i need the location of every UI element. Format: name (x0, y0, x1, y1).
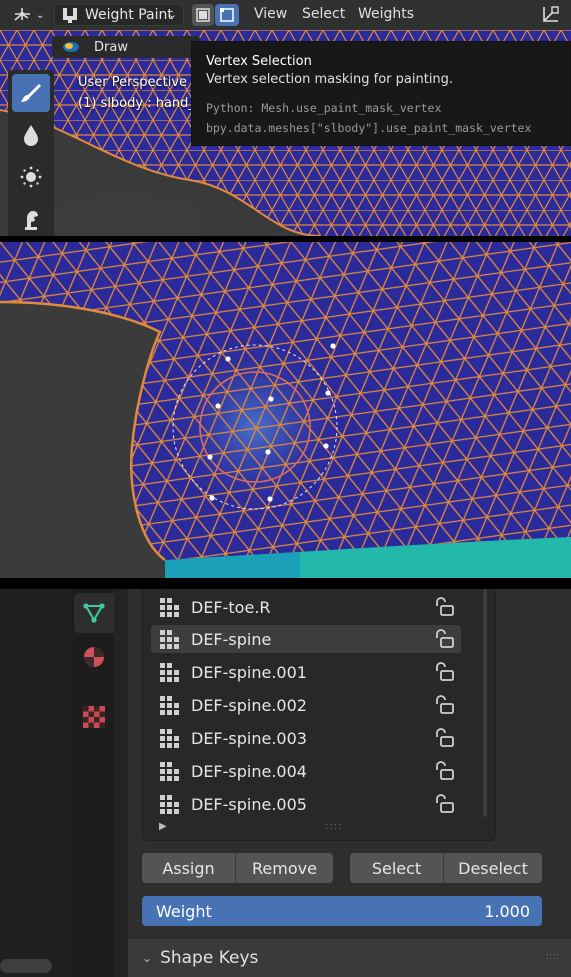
list-item-active[interactable]: DEF-spine (151, 625, 461, 653)
vertex-group-icon (160, 762, 179, 781)
vertex-group-icon (160, 630, 179, 649)
vertex-group-name: DEF-spine.005 (191, 794, 307, 814)
remove-button[interactable]: Remove (236, 853, 333, 883)
list-item[interactable]: DEF-spine.005 (151, 790, 461, 818)
tooltip-vertex-selection: Vertex Selection Vertex selection maskin… (191, 41, 571, 146)
material-sphere-icon (84, 647, 104, 667)
brush-selector[interactable]: Draw (52, 36, 200, 58)
brush-preview-icon (63, 42, 79, 52)
mesh-data-icon (83, 603, 105, 623)
tool-smear[interactable] (12, 200, 50, 236)
vertex-group-name: DEF-spine.004 (191, 761, 307, 781)
vertex-group-icon (160, 729, 179, 748)
shape-keys-panel-header[interactable]: ⌄ Shape Keys :::: (128, 939, 571, 977)
resize-grip-icon[interactable]: :::: (325, 821, 342, 832)
vertex-group-icon (160, 795, 179, 814)
list-item[interactable]: DEF-toe.R (151, 593, 461, 621)
face-selection-mask-toggle[interactable] (192, 4, 214, 26)
weight-label: Weight (156, 901, 212, 921)
weight-slider[interactable]: Weight 1.000 (142, 896, 542, 926)
editor-type-button[interactable]: ⌄ (8, 4, 46, 26)
vertex-group-list[interactable]: DEF-toe.R DEF-spine DEF-spine.001 DEF-sp… (142, 589, 496, 841)
vertex-group-name: DEF-spine (191, 629, 272, 649)
tool-draw[interactable] (12, 74, 50, 112)
vertex-group-name: DEF-spine.003 (191, 728, 307, 748)
tool-average[interactable] (12, 158, 50, 196)
shape-keys-label: Shape Keys (160, 948, 259, 968)
vertex-selection-mask-icon (220, 8, 234, 22)
draw-brush-icon (21, 84, 41, 102)
vertex-groups-panel: DEF-toe.R DEF-spine DEF-spine.001 DEF-sp… (128, 589, 571, 977)
unlock-icon[interactable] (433, 695, 455, 715)
expand-arrow-icon[interactable]: ▶ (159, 821, 167, 832)
tooltip-title: Vertex Selection (206, 54, 312, 69)
menu-weights[interactable]: Weights (358, 6, 414, 22)
list-item[interactable]: DEF-spine.001 (151, 658, 461, 686)
vertex-group-name: DEF-spine.002 (191, 695, 307, 715)
gizmo-transform-icon (14, 8, 30, 21)
tab-material[interactable] (74, 637, 114, 677)
tool-blur[interactable] (12, 116, 50, 154)
unlock-icon[interactable] (433, 794, 455, 814)
toolbar (8, 70, 54, 236)
panel-drag-grip-icon[interactable]: :::: (546, 951, 559, 962)
mode-select[interactable]: Weight Paint ⌄ (54, 4, 184, 26)
chevron-down-icon: ⌄ (142, 951, 153, 965)
menu-select[interactable]: Select (302, 6, 345, 22)
select-deselect-group: Select Deselect (350, 853, 542, 883)
menu-view[interactable]: View (254, 6, 287, 22)
unlock-icon[interactable] (433, 597, 455, 617)
vertex-group-icon (160, 598, 179, 617)
average-brush-icon (20, 166, 42, 188)
chevron-down-icon: ⌄ (167, 8, 177, 21)
chevron-down-icon: ⌄ (36, 9, 45, 21)
horizontal-scrollbar[interactable] (0, 959, 52, 973)
unlock-icon[interactable] (433, 662, 455, 682)
viewport-info: User Perspective (1) slbody : hand_il (78, 72, 202, 114)
tooltip-python-path: Python: Mesh.use_paint_mask_vertex (206, 101, 442, 115)
list-item[interactable]: DEF-spine.004 (151, 757, 461, 785)
tooltip-python: Python: Mesh.use_paint_mask_vertex bpy.d… (206, 98, 556, 138)
assign-remove-group: Assign Remove (142, 853, 333, 883)
vertex-group-icon (160, 663, 179, 682)
vertex-selection-mask-toggle[interactable] (215, 4, 239, 26)
viewport-header: ⌄ Weight Paint ⌄ View Select Weights (0, 0, 571, 30)
face-selection-mask-icon (196, 8, 210, 22)
viewport-top-panel: ⌄ Weight Paint ⌄ View Select Weights Dra… (0, 0, 571, 236)
axis-transform-icon[interactable] (539, 4, 561, 26)
unlock-icon[interactable] (433, 761, 455, 781)
tab-object-data[interactable] (74, 593, 114, 633)
select-button[interactable]: Select (350, 853, 444, 883)
vertex-group-icon (160, 696, 179, 715)
outliner-strip (0, 589, 70, 977)
list-item[interactable]: DEF-spine.003 (151, 724, 461, 752)
view-name: User Perspective (78, 75, 188, 90)
list-scrollbar[interactable] (481, 589, 489, 819)
brush-name: Draw (94, 39, 128, 55)
tooltip-python-data-path: bpy.data.meshes["slbody"].use_paint_mask… (206, 121, 532, 135)
unlock-icon[interactable] (433, 728, 455, 748)
weight-value: 1.000 (484, 901, 530, 921)
vertex-group-name: DEF-toe.R (191, 597, 271, 617)
tooltip-description: Vertex selection masking for painting. (206, 72, 454, 87)
list-item[interactable]: DEF-spine.002 (151, 691, 461, 719)
blur-brush-icon (24, 125, 38, 146)
properties-editor: DEF-toe.R DEF-spine DEF-spine.001 DEF-sp… (0, 589, 571, 977)
vertex-group-name: DEF-spine.001 (191, 662, 307, 682)
weight-paint-mode-icon (63, 8, 77, 23)
properties-tabs (70, 589, 114, 977)
tab-texture[interactable] (74, 697, 114, 737)
deselect-button[interactable]: Deselect (444, 853, 542, 883)
smear-brush-icon (25, 211, 38, 230)
unlock-icon[interactable] (433, 629, 455, 649)
viewport-brush-panel (0, 242, 571, 578)
texture-checker-icon (83, 706, 105, 728)
mesh-wireframe-body[interactable] (0, 242, 571, 578)
assign-button[interactable]: Assign (142, 853, 236, 883)
mode-label: Weight Paint (85, 7, 173, 23)
active-object: (1) slbody : hand_il (78, 96, 203, 111)
